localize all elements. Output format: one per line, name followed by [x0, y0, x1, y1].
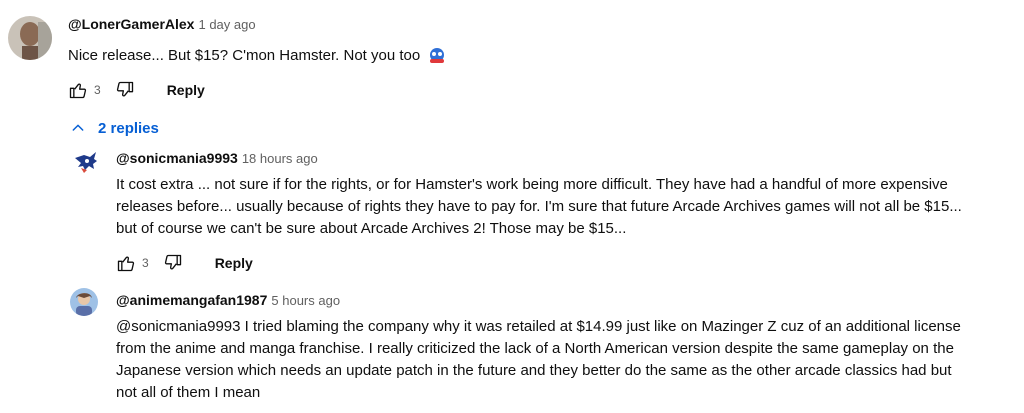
avatar[interactable] [70, 288, 98, 316]
reply-timestamp[interactable]: 18 hours ago [242, 151, 318, 166]
reply-actions: 3 Reply [116, 252, 253, 274]
reply-text-line: Japanese version which needs an update p… [116, 362, 952, 379]
reply-text-line: @sonicmania9993 I tried blaming the comp… [116, 318, 961, 335]
thumbs-down-icon [164, 254, 181, 270]
like-button[interactable] [116, 253, 136, 273]
avatar[interactable] [8, 16, 52, 60]
comment-text: Nice release... But $15? C'mon Hamster. … [68, 45, 447, 71]
reply-author[interactable]: @sonicmania9993 18 hours ago [116, 150, 318, 166]
dislike-button[interactable] [115, 80, 135, 100]
replies-count-label: 2 replies [98, 119, 159, 137]
like-count: 3 [94, 83, 101, 97]
reply-text-line: from the anime and manga franchise. I re… [116, 340, 954, 357]
reply-text: @sonicmania9993 I tried blaming the comp… [116, 316, 961, 404]
dislike-button[interactable] [163, 253, 183, 273]
like-count: 3 [142, 256, 149, 270]
comment-timestamp[interactable]: 1 day ago [198, 17, 255, 32]
reply-text-line: It cost extra ... not sure if for the ri… [116, 176, 948, 193]
reply-text-line: not all of them I mean [116, 384, 261, 401]
reply-timestamp[interactable]: 5 hours ago [271, 293, 340, 308]
reply-text: It cost extra ... not sure if for the ri… [116, 174, 962, 240]
comment-actions: 3 Reply [68, 79, 205, 101]
thumbs-up-icon [117, 256, 135, 272]
chevron-up-icon [72, 124, 84, 131]
reply-button[interactable]: Reply [167, 82, 205, 98]
replies-toggle-button[interactable]: 2 replies [70, 117, 159, 139]
avatar[interactable] [72, 148, 98, 174]
reply-text-line: releases before... usually because of ri… [116, 198, 962, 215]
thumbs-up-icon [69, 83, 87, 99]
like-button[interactable] [68, 80, 88, 100]
reply-text-line: but of course we can't be sure about Arc… [116, 220, 627, 237]
thumbs-down-icon [116, 81, 133, 97]
comment-author[interactable]: @LonerGamerAlex 1 day ago [68, 16, 256, 32]
sonic-emoji-icon [427, 46, 447, 71]
reply-button[interactable]: Reply [215, 255, 253, 271]
reply-author[interactable]: @animemangafan1987 5 hours ago [116, 292, 340, 308]
